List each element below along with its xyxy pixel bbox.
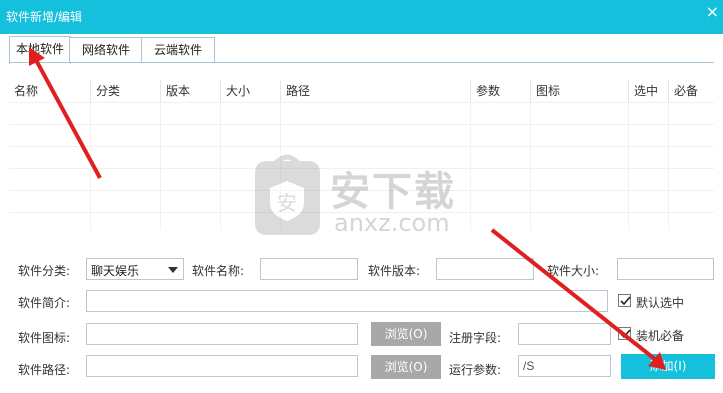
annotation-arrows xyxy=(29,47,666,370)
annotation-arrow-add xyxy=(490,228,658,362)
annotation-arrow-tab xyxy=(34,59,102,179)
